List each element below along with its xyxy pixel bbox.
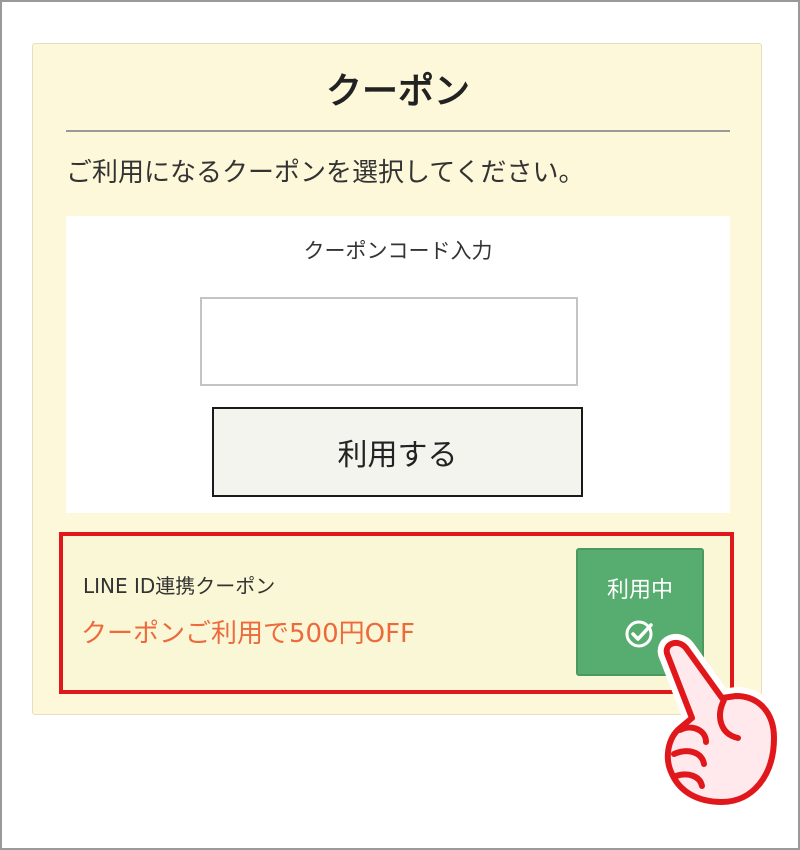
coupon-code-panel: クーポンコード入力 利用する bbox=[66, 216, 730, 513]
page-title: クーポン bbox=[325, 71, 470, 112]
instruction-text: ご利用になるクーポンを選択してください。 bbox=[66, 158, 585, 188]
coupon-item-line-id[interactable]: LINE ID連携クーポン クーポンご利用で500円OFF 利用中 bbox=[59, 532, 734, 694]
title-divider bbox=[66, 130, 730, 132]
coupon-code-label: クーポンコード入力 bbox=[303, 239, 493, 263]
coupon-name: LINE ID連携クーポン bbox=[83, 574, 276, 598]
pointing-hand-icon bbox=[657, 634, 783, 811]
apply-coupon-button[interactable]: 利用する bbox=[212, 407, 583, 497]
coupon-description: クーポンご利用で500円OFF bbox=[81, 619, 416, 649]
in-use-label: 利用中 bbox=[606, 578, 673, 603]
coupon-code-input[interactable] bbox=[200, 297, 578, 386]
